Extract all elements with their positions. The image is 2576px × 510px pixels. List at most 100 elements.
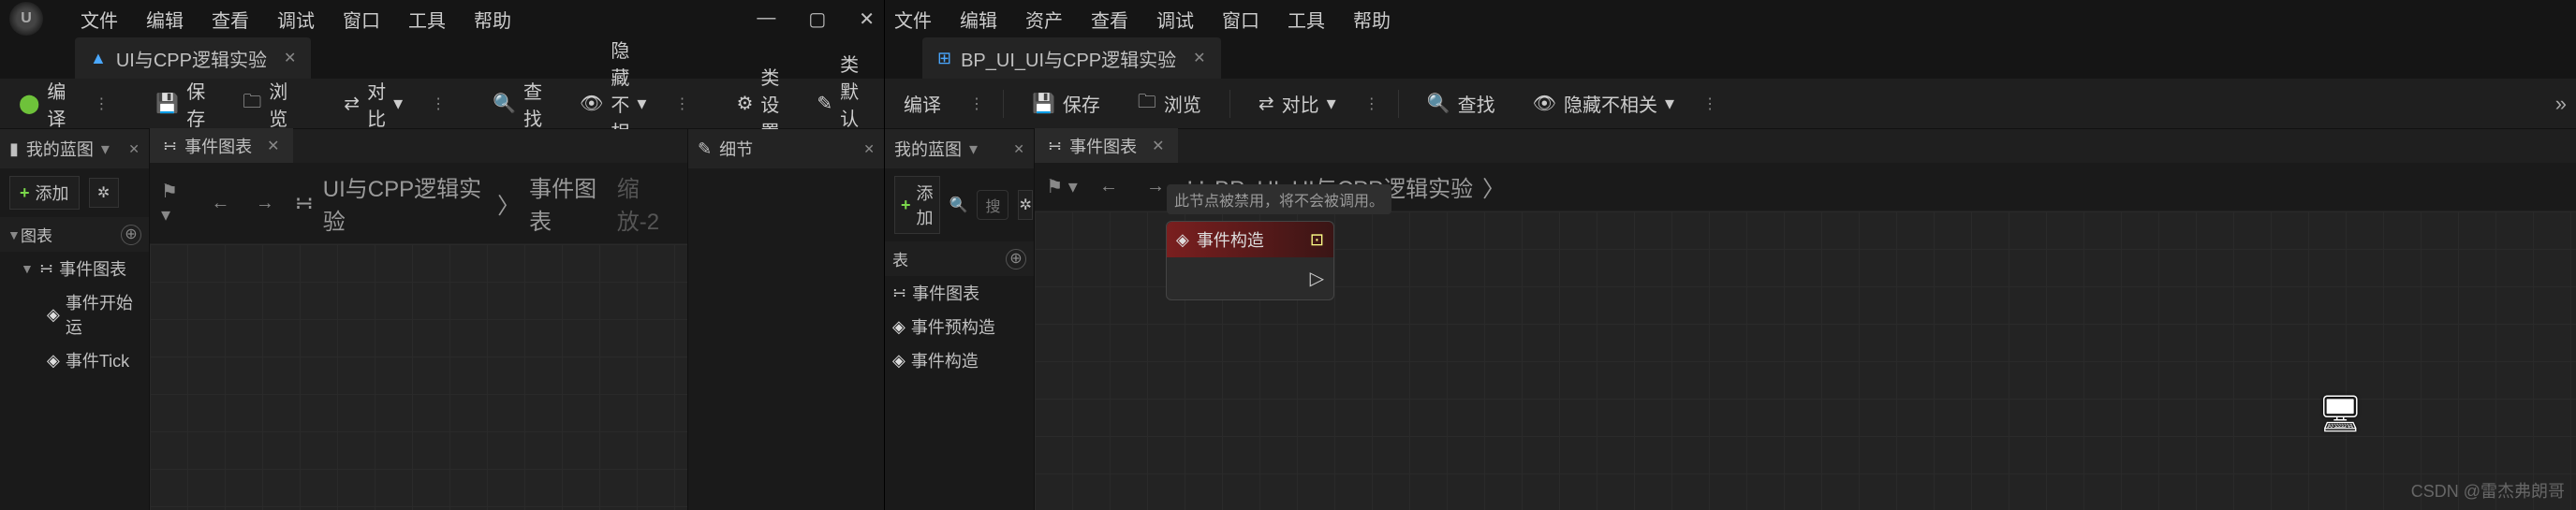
event-construct-node[interactable]: 此节点被禁用，将不会被调用。 ◈事件构造⊡ ▷ — [1166, 221, 1334, 300]
browse-icon: 🗀 — [243, 88, 261, 120]
menu-asset[interactable]: 资产 — [1025, 6, 1063, 33]
search-input[interactable]: 搜 — [977, 190, 1008, 220]
menu-help[interactable]: 帮助 — [474, 6, 511, 33]
settings-button[interactable]: ✲ — [1018, 190, 1032, 220]
event-icon: ◈ — [47, 351, 60, 371]
menu-help[interactable]: 帮助 — [1353, 6, 1391, 33]
hide-options[interactable]: ⋮ — [1702, 95, 1717, 113]
tab-close-icon[interactable]: ✕ — [1193, 49, 1205, 67]
menu-edit[interactable]: 编辑 — [146, 6, 184, 33]
graph-tab[interactable]: ∺事件图表✕ — [1035, 128, 1178, 164]
save-button[interactable]: 💾保存 — [1023, 84, 1110, 123]
graph-icon: ∺ — [1048, 137, 1062, 156]
watermark: CSDN @雷杰弗朗哥 — [2411, 478, 2565, 503]
breadcrumb-leaf[interactable]: 事件图表 — [529, 170, 611, 236]
tree-header-charts[interactable]: ▼图表⊕ — [0, 217, 149, 252]
my-blueprint-tab[interactable]: 我的蓝图 ▾ ✕ — [885, 129, 1034, 168]
chevron-down-icon[interactable]: ▾ — [101, 139, 110, 159]
find-button[interactable]: 🔍查找 — [483, 71, 552, 137]
breadcrumb-root[interactable]: UI与CPP逻辑实验 — [323, 170, 488, 236]
compile-button[interactable]: ⬤编译 — [9, 71, 75, 137]
tree-item-preconstruct[interactable]: ◈事件预构造 — [885, 310, 1034, 343]
find-icon: 🔍 — [493, 92, 516, 115]
menu-debug[interactable]: 调试 — [1156, 6, 1194, 33]
save-icon: 💾 — [155, 92, 179, 115]
diff-button[interactable]: ⇄对比▾ — [1249, 84, 1346, 123]
exec-pin-icon[interactable]: ▷ — [1310, 267, 1324, 290]
tab-close-icon[interactable]: ✕ — [284, 49, 296, 67]
compile-options[interactable]: ⋮ — [969, 95, 984, 113]
add-icon[interactable]: ⊕ — [1006, 249, 1026, 270]
bookmark-icon[interactable]: ⚑ ▾ — [1046, 171, 1078, 203]
tree-item-eventgraph[interactable]: ▼∺事件图表 — [0, 252, 149, 285]
graph-canvas[interactable] — [150, 244, 687, 510]
tab-close-icon[interactable]: ✕ — [1152, 137, 1164, 155]
tree-item-construct[interactable]: ◈事件构造 — [885, 343, 1034, 377]
gear-icon: ✲ — [1019, 196, 1031, 214]
maximize-icon[interactable]: ▢ — [808, 7, 826, 31]
hide-options[interactable]: ⋮ — [674, 95, 689, 113]
diff-options[interactable]: ⋮ — [1364, 95, 1379, 113]
menu-tools[interactable]: 工具 — [408, 6, 446, 33]
diff-button[interactable]: ⇄对比▾ — [334, 71, 412, 137]
add-graph-icon[interactable]: ⊕ — [121, 225, 141, 245]
chevron-down-icon[interactable]: ▾ — [969, 139, 978, 159]
document-tabs: ⊞ BP_UI_UI与CPP逻辑实验 ✕ — [885, 37, 2576, 79]
menu-window[interactable]: 窗口 — [343, 6, 380, 33]
breadcrumb: ∺ UI与CPP逻辑实验 〉 事件图表缩放-2 — [295, 170, 676, 236]
document-tab[interactable]: ⊞ BP_UI_UI与CPP逻辑实验 ✕ — [922, 37, 1221, 80]
menu-view[interactable]: 查看 — [212, 6, 249, 33]
save-button[interactable]: 💾保存 — [146, 71, 214, 137]
find-button[interactable]: 🔍查找 — [1418, 84, 1505, 123]
graph-canvas[interactable]: 此节点被禁用，将不会被调用。 ◈事件构造⊡ ▷ 🖥 CSDN @雷杰弗朗哥 — [1035, 211, 2576, 510]
forward-button[interactable]: → — [250, 187, 280, 219]
my-blueprint-tab[interactable]: ▮ 我的蓝图 ▾ ✕ — [0, 129, 149, 168]
panel-close-icon[interactable]: ✕ — [1013, 141, 1024, 157]
panel-close-icon[interactable]: ✕ — [128, 141, 140, 157]
compile-options[interactable]: ⋮ — [94, 95, 109, 113]
tree-item-tick[interactable]: ◈事件Tick — [0, 343, 149, 377]
close-icon[interactable]: ✕ — [859, 7, 875, 31]
details-panel: ✎ 细节 ✕ — [687, 129, 884, 510]
menubar: U 文件 编辑 查看 调试 窗口 工具 帮助 — ▢ ✕ — [0, 0, 884, 37]
graph-icon: ∺ — [892, 284, 906, 303]
add-button[interactable]: +添加 — [9, 176, 80, 210]
compile-button[interactable]: 编译 — [894, 84, 950, 123]
tab-close-icon[interactable]: ✕ — [267, 137, 279, 155]
add-button[interactable]: +添加 — [894, 176, 940, 234]
node-bp-icon: ⊡ — [1310, 230, 1324, 250]
tree-item-beginplay[interactable]: ◈事件开始运 — [0, 285, 149, 343]
browse-icon: 🗀 — [1138, 88, 1156, 120]
save-icon: 💾 — [1032, 92, 1055, 115]
menu-window[interactable]: 窗口 — [1222, 6, 1259, 33]
event-icon: ◈ — [892, 317, 905, 337]
minimize-icon[interactable]: — — [757, 7, 775, 31]
menu-file[interactable]: 文件 — [894, 6, 932, 33]
details-tab[interactable]: ✎ 细节 ✕ — [688, 129, 884, 168]
menu-view[interactable]: 查看 — [1091, 6, 1128, 33]
search-icon: 🔍 — [949, 196, 968, 214]
toolbar: 编译 ⋮ 💾保存 🗀浏览 ⇄对比▾ ⋮ 🔍查找 👁隐藏不相关▾ ⋮ » — [885, 79, 2576, 129]
browse-button[interactable]: 🗀浏览 — [1128, 82, 1211, 125]
bookmark-icon[interactable]: ⚑ ▾ — [161, 187, 191, 219]
settings-button[interactable]: ✲ — [89, 178, 119, 208]
diff-options[interactable]: ⋮ — [431, 95, 446, 113]
hide-icon: 👁 — [580, 92, 603, 115]
panel-close-icon[interactable]: ✕ — [863, 141, 875, 157]
menu-file[interactable]: 文件 — [81, 6, 118, 33]
menu-tools[interactable]: 工具 — [1288, 6, 1325, 33]
menu-edit[interactable]: 编辑 — [960, 6, 997, 33]
gear-icon: ✲ — [97, 183, 110, 202]
blueprint-icon: ▲ — [90, 49, 107, 68]
toolbar-overflow[interactable]: » — [2555, 92, 2567, 116]
tree-header-table[interactable]: 表⊕ — [885, 241, 1034, 276]
back-button[interactable]: ← — [1093, 171, 1125, 203]
graph-tab[interactable]: ∺事件图表✕ — [150, 128, 293, 164]
hide-button[interactable]: 👁隐藏不相关▾ — [1524, 84, 1684, 123]
pencil-icon: ✎ — [698, 139, 712, 159]
menu-debug[interactable]: 调试 — [277, 6, 315, 33]
back-button[interactable]: ← — [206, 187, 236, 219]
browse-button[interactable]: 🗀浏览 — [233, 71, 297, 137]
compile-icon: ⬤ — [19, 92, 39, 115]
tree-item-eventgraph[interactable]: ∺事件图表 — [885, 276, 1034, 310]
